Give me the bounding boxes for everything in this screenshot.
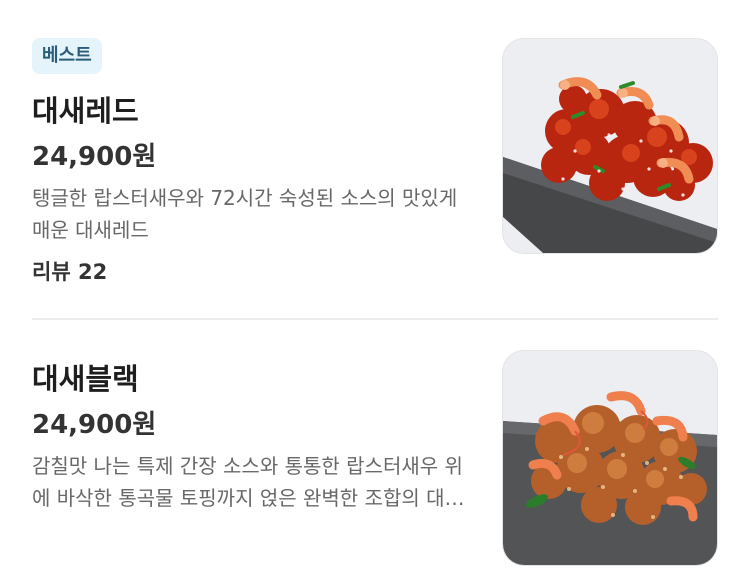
menu-item-photo[interactable]	[502, 38, 718, 254]
menu-item-photo[interactable]	[502, 350, 718, 566]
spicy-red-shrimp-chicken-image	[503, 39, 717, 253]
menu-item-name: 대새레드	[32, 94, 139, 128]
best-badge: 베스트	[32, 38, 102, 74]
menu-item-daesae-black[interactable]: 대새블랙 24,900원 감칠맛 나는 특제 간장 소스와 통통한 랍스터새우 …	[32, 350, 718, 570]
crispy-soy-shrimp-chicken-image	[503, 351, 717, 565]
menu-item-price: 24,900원	[32, 142, 157, 172]
menu-item-daesae-red[interactable]: 베스트 대새레드 24,900원 탱글한 랍스터새우와 72시간 숙성된 소스의…	[32, 36, 718, 284]
menu-item-name: 대새블랙	[32, 362, 139, 396]
menu-item-price: 24,900원	[32, 410, 157, 440]
menu-item-description: 감칠맛 나는 특제 간장 소스와 통통한 랍스터새우 위에 바삭한 통곡물 토핑…	[32, 454, 463, 510]
menu-item-description: 탱글한 랍스터새우와 72시간 숙성된 소스의 맛있게 매운 대새레드	[32, 186, 458, 242]
menu-item-review-count: 리뷰 22	[32, 260, 108, 284]
item-divider	[32, 318, 718, 320]
